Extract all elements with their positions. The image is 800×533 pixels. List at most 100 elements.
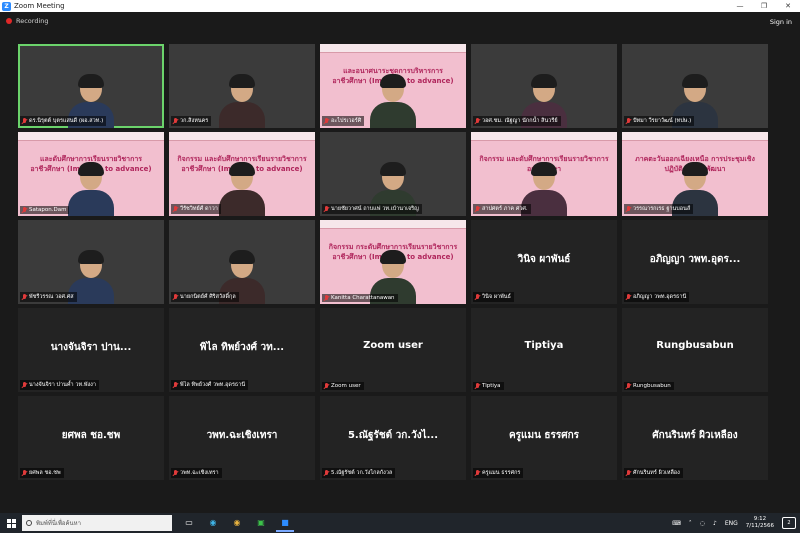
participant-tile[interactable]: อภิญญา วพท.อุดร... อภิญญา วพท.อุดรธานี (622, 220, 768, 304)
participant-name-label: พิไล ทิพย์วงศ์ วพท.อุดรธานี (180, 382, 246, 388)
participant-name-tag: วก.สิงหนคร (171, 116, 212, 126)
recording-indicator[interactable]: Recording (6, 17, 49, 25)
participant-tile[interactable]: วพท.ฉะเชิงเทรา วพท.ฉะเชิงเทรา (169, 396, 315, 480)
participant-name-tag: นายชัยวาศน์ ถาบแฟ วท.เบ้านาเจริญ (322, 204, 422, 214)
participant-name-label: Rungbusabun (633, 383, 671, 389)
muted-mic-icon (324, 383, 329, 389)
participant-display-name: ครูแมน ธรรศกร (508, 430, 580, 441)
participant-name-label: วีรัชวิทย์ศ์ ดาวา (180, 206, 218, 212)
muted-mic-icon (626, 383, 631, 389)
participant-name-tag: ปัทมา วีรยาวัฒน์ (ทปษ.) (624, 116, 695, 126)
keyboard-icon[interactable]: ⌨ (672, 520, 681, 527)
task-view-icon[interactable]: ▭ (180, 514, 198, 532)
muted-mic-icon (324, 118, 329, 124)
participant-display-name: ยศพล ชอ.ชพ (61, 430, 121, 441)
participant-name-label: Satapon.Dam (29, 207, 67, 213)
participant-name-label: วก.สิงหนคร (180, 118, 209, 124)
participant-tile[interactable]: Rungbusabun Rungbusabun (622, 308, 768, 392)
participant-display-name: 5.ณัฐรัชต์ วก.วังไ... (347, 430, 439, 441)
taskbar-clock[interactable]: 9:12 7/11/2566 (746, 516, 774, 530)
muted-mic-icon (173, 118, 178, 124)
muted-mic-icon (22, 382, 27, 388)
participant-video-figure (370, 74, 416, 128)
zoom-app-icon[interactable]: ■ (276, 514, 294, 532)
zoom-logo-icon: Z (2, 1, 11, 11)
participant-tile[interactable]: และอนาศนาระชุดการบริหารการอาชีวศึกษา (Im… (320, 44, 466, 128)
participant-tile[interactable]: นายชัยวาศน์ ถาบแฟ วท.เบ้านาเจริญ (320, 132, 466, 216)
meeting-topbar: Recording Sign in (0, 12, 800, 32)
language-indicator[interactable]: ENG (725, 520, 738, 527)
recording-label: Recording (16, 17, 49, 25)
chevron-up-icon[interactable]: ˄ (689, 520, 692, 527)
participant-tile[interactable]: นางจันจิรา ปาน... นางจันจิรา ปานค้ำ วท.พั… (18, 308, 164, 392)
recording-dot-icon (6, 18, 12, 24)
muted-mic-icon (22, 294, 27, 300)
muted-mic-icon (22, 118, 27, 124)
participant-name-label: วินิจ ผาพันธ์ (482, 294, 511, 300)
system-tray: ⌨ ˄ ◌ ♪ ENG 9:12 7/11/2566 2 (672, 513, 800, 533)
participant-tile[interactable]: พิไล ทิพย์วงศ์ วท... พิไล ทิพย์วงศ์ วพท.อ… (169, 308, 315, 392)
windows-logo-icon (6, 518, 16, 528)
participant-name-tag: Satapon.Dam (20, 206, 70, 214)
muted-mic-icon (475, 470, 480, 476)
participant-tile[interactable]: ครูแมน ธรรศกร ครูแมน ธรรศกร (471, 396, 617, 480)
participant-name-tag: ยศพล ชอ.ชพ (20, 468, 64, 478)
participant-tile[interactable]: วก.สิงหนคร (169, 44, 315, 128)
participant-display-name: ศักนรินทร์ ผิวเหลือง (652, 430, 738, 441)
minimize-button[interactable]: — (728, 0, 752, 12)
window-title: Zoom Meeting (14, 2, 65, 10)
participant-gallery: ดร.นิรุตต์ บุตรแสนดี (ผอ.สวท.) วก.สิงหนคร… (18, 44, 768, 482)
participant-tile[interactable]: ดร.นิรุตต์ บุตรแสนดี (ผอ.สวท.) (18, 44, 164, 128)
volume-icon[interactable]: ♪ (713, 520, 717, 527)
slide-browser-bar (18, 132, 164, 141)
participant-tile[interactable]: ยศพล ชอ.ชพ ยศพล ชอ.ชพ (18, 396, 164, 480)
participant-name-label: ปัทมา วีรยาวัฒน์ (ทปษ.) (633, 118, 692, 124)
muted-mic-icon (475, 118, 480, 124)
line-icon[interactable]: ▣ (252, 514, 270, 532)
participant-tile[interactable]: และดับศึกษาการเรียนรายวิชาการอาชีวศึกษา … (18, 132, 164, 216)
participant-display-name: Zoom user (363, 340, 423, 351)
participant-tile[interactable]: นายกนิตย์ศ์ ศิริสวัสดิ์กุล (169, 220, 315, 304)
participant-tile[interactable]: Zoom user Zoom user (320, 308, 466, 392)
close-button[interactable]: ✕ (776, 0, 800, 12)
edge-icon[interactable]: ◉ (204, 514, 222, 532)
participant-name-tag: อภิญญา วพท.อุดรธานี (624, 292, 690, 302)
participant-name-label: ศักนรินทร์ ผิวเหลือง (633, 470, 680, 476)
participant-name-label: 5.ณัฐรัชต์ วก.วังไกลกังวล (331, 470, 393, 476)
notification-icon[interactable]: 2 (782, 517, 796, 529)
slide-browser-bar (471, 132, 617, 141)
maximize-button[interactable]: ❐ (752, 0, 776, 12)
participant-tile[interactable]: พัชรีวรรณ วอศ.ศส (18, 220, 164, 304)
taskbar-search-box[interactable]: พิมพ์ที่นี่เพื่อค้นหา (22, 515, 172, 531)
sign-in-button[interactable]: Sign in (770, 18, 792, 26)
participant-display-name: วินิจ ผาพันธ์ (517, 254, 571, 265)
muted-mic-icon (324, 470, 329, 476)
muted-mic-icon (475, 294, 480, 300)
muted-mic-icon (173, 294, 178, 300)
muted-mic-icon (22, 207, 27, 213)
participant-name-label: วอศ.ชม. ณัฐญา นักกน้ำ สินวรีย์ (482, 118, 558, 124)
participant-name-label: นายกนิตย์ศ์ ศิริสวัสดิ์กุล (180, 294, 236, 300)
participant-tile[interactable]: วินิจ ผาพันธ์ วินิจ ผาพันธ์ (471, 220, 617, 304)
network-icon[interactable]: ◌ (700, 520, 705, 527)
chrome-icon[interactable]: ◉ (228, 514, 246, 532)
participant-tile[interactable]: กิจกรรม และดับศึกษาการเรียนรายวิชาการอาช… (169, 132, 315, 216)
participant-tile[interactable]: กิจกรรม และดับศึกษาการเรียนรายวิชาการอาช… (471, 132, 617, 216)
participant-tile[interactable]: Tiptiya Tiptiya (471, 308, 617, 392)
participant-tile[interactable]: ภาคตะวันออกเฉียงเหนือ การประชุมเชิงปฏิบั… (622, 132, 768, 216)
participant-tile[interactable]: ปัทมา วีรยาวัฒน์ (ทปษ.) (622, 44, 768, 128)
start-button[interactable] (0, 513, 22, 533)
window-titlebar: Z Zoom Meeting — ❐ ✕ (0, 0, 800, 12)
participant-name-label: นายชัยวาศน์ ถาบแฟ วท.เบ้านาเจริญ (331, 206, 419, 212)
participant-name-label: นางจันจิรา ปานค้ำ วท.พังงา (29, 382, 96, 388)
participant-display-name: วพท.ฉะเชิงเทรา (206, 430, 278, 441)
participant-display-name: นางจันจิรา ปาน... (50, 342, 132, 353)
participant-tile[interactable]: 5.ณัฐรัชต์ วก.วังไ... 5.ณัฐรัชต์ วก.วังไก… (320, 396, 466, 480)
participant-name-tag: ดร.นิรุตต์ บุตรแสนดี (ผอ.สวท.) (20, 116, 107, 126)
participant-tile[interactable]: กิจกรรม กระดับศึกษาการเรียนรายวิชาการอาช… (320, 220, 466, 304)
participant-tile[interactable]: ศักนรินทร์ ผิวเหลือง ศักนรินทร์ ผิวเหลือง (622, 396, 768, 480)
participant-tile[interactable]: วอศ.ชม. ณัฐญา นักกน้ำ สินวรีย์ (471, 44, 617, 128)
participant-name-tag: วินิจ ผาพันธ์ (473, 292, 514, 302)
participant-name-label: ยศพล ชอ.ชพ (29, 470, 61, 476)
muted-mic-icon (324, 295, 329, 301)
